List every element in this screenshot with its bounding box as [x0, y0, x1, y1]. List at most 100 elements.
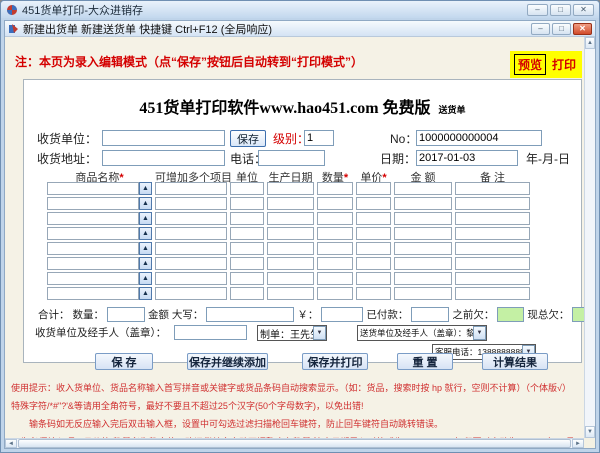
product-picker-button[interactable]: ▲ [139, 197, 152, 210]
preview-button[interactable]: 预览 [514, 54, 546, 75]
extra-item-input[interactable] [155, 182, 227, 195]
extra-item-input[interactable] [155, 287, 227, 300]
product-name-input[interactable] [47, 257, 139, 270]
unit-input[interactable] [230, 287, 264, 300]
child-maximize-button[interactable]: □ [552, 23, 571, 35]
amount-input[interactable] [394, 227, 452, 240]
product-picker-button[interactable]: ▲ [139, 227, 152, 240]
remark-input[interactable] [455, 227, 530, 240]
price-input[interactable] [356, 227, 391, 240]
amount-input[interactable] [394, 257, 452, 270]
reset-button[interactable]: 重 置 [397, 353, 453, 370]
product-name-input[interactable] [47, 227, 139, 240]
amount-input[interactable] [394, 182, 452, 195]
product-picker-button[interactable]: ▲ [139, 257, 152, 270]
amount-input[interactable] [394, 272, 452, 285]
save-and-print-button[interactable]: 保存并打印 [302, 353, 368, 370]
remark-input[interactable] [455, 257, 530, 270]
product-name-input[interactable] [47, 212, 139, 225]
prod-date-input[interactable] [267, 272, 314, 285]
amount-input-total[interactable] [321, 307, 363, 322]
extra-item-input[interactable] [155, 212, 227, 225]
extra-item-input[interactable] [155, 242, 227, 255]
remark-input[interactable] [455, 242, 530, 255]
price-input[interactable] [356, 197, 391, 210]
price-input[interactable] [356, 212, 391, 225]
product-picker-button[interactable]: ▲ [139, 242, 152, 255]
unit-input[interactable] [230, 227, 264, 240]
quantity-input[interactable] [317, 212, 353, 225]
product-picker-button[interactable]: ▲ [139, 182, 152, 195]
calculate-button[interactable]: 计算结果 [482, 353, 548, 370]
remark-input[interactable] [455, 182, 530, 195]
extra-item-input[interactable] [155, 272, 227, 285]
price-input[interactable] [356, 287, 391, 300]
prod-date-input[interactable] [267, 227, 314, 240]
quantity-input[interactable] [317, 242, 353, 255]
minimize-button[interactable]: – [527, 4, 548, 16]
vertical-scrollbar[interactable]: ▲ ▼ [584, 37, 595, 438]
save-and-continue-button[interactable]: 保存并继续添加 [187, 353, 268, 370]
amount-input[interactable] [394, 242, 452, 255]
unit-input[interactable] [230, 242, 264, 255]
product-name-input[interactable] [47, 272, 139, 285]
dropdown-arrow-icon[interactable]: ▼ [473, 326, 486, 340]
unit-input[interactable] [230, 272, 264, 285]
amount-input[interactable] [394, 287, 452, 300]
extra-item-input[interactable] [155, 197, 227, 210]
extra-item-input[interactable] [155, 227, 227, 240]
quantity-input[interactable] [317, 197, 353, 210]
horizontal-scrollbar[interactable]: ◄ ► [5, 438, 584, 448]
prod-date-input[interactable] [267, 257, 314, 270]
quantity-input[interactable] [317, 182, 353, 195]
prod-date-input[interactable] [267, 287, 314, 300]
price-input[interactable] [356, 257, 391, 270]
extra-item-input[interactable] [155, 257, 227, 270]
quantity-input[interactable] [317, 227, 353, 240]
prod-date-input[interactable] [267, 242, 314, 255]
save-button-top[interactable]: 保存 [230, 130, 266, 147]
close-button[interactable]: ✕ [573, 4, 594, 16]
price-input[interactable] [356, 242, 391, 255]
total-qty-input[interactable] [107, 307, 145, 322]
remark-input[interactable] [455, 212, 530, 225]
product-name-input[interactable] [47, 197, 139, 210]
child-close-button[interactable]: ✕ [573, 23, 592, 35]
scrollbar-thumb[interactable] [18, 439, 571, 448]
remark-input[interactable] [455, 272, 530, 285]
address-input[interactable] [102, 150, 225, 166]
product-name-input[interactable] [47, 242, 139, 255]
maximize-button[interactable]: □ [550, 4, 571, 16]
maker-select[interactable]: 制单：王先生 ▼ [257, 325, 327, 341]
unit-input[interactable] [230, 197, 264, 210]
product-picker-button[interactable]: ▲ [139, 287, 152, 300]
amount-caps-input[interactable] [206, 307, 294, 322]
now-debt-input[interactable] [572, 307, 584, 322]
unit-input[interactable] [230, 257, 264, 270]
quantity-input[interactable] [317, 272, 353, 285]
print-button[interactable]: 打印 [550, 55, 578, 74]
prod-date-input[interactable] [267, 197, 314, 210]
paid-input[interactable] [411, 307, 449, 322]
amount-input[interactable] [394, 197, 452, 210]
price-input[interactable] [356, 272, 391, 285]
date-input[interactable] [416, 150, 518, 166]
scroll-down-icon[interactable]: ▼ [585, 426, 595, 438]
quantity-input[interactable] [317, 257, 353, 270]
product-name-input[interactable] [47, 287, 139, 300]
price-input[interactable] [356, 182, 391, 195]
unit-input[interactable] [230, 212, 264, 225]
remark-input[interactable] [455, 197, 530, 210]
receiver-input[interactable] [102, 130, 225, 146]
prod-date-input[interactable] [267, 182, 314, 195]
prod-date-input[interactable] [267, 212, 314, 225]
no-input[interactable] [416, 130, 542, 146]
scroll-left-icon[interactable]: ◄ [5, 439, 17, 448]
amount-input[interactable] [394, 212, 452, 225]
dropdown-arrow-icon[interactable]: ▼ [313, 326, 326, 340]
receiver-sign-input[interactable] [174, 325, 247, 340]
save-button[interactable]: 保 存 [95, 353, 153, 370]
product-name-input[interactable] [47, 182, 139, 195]
quantity-input[interactable] [317, 287, 353, 300]
level-input[interactable] [304, 130, 334, 146]
